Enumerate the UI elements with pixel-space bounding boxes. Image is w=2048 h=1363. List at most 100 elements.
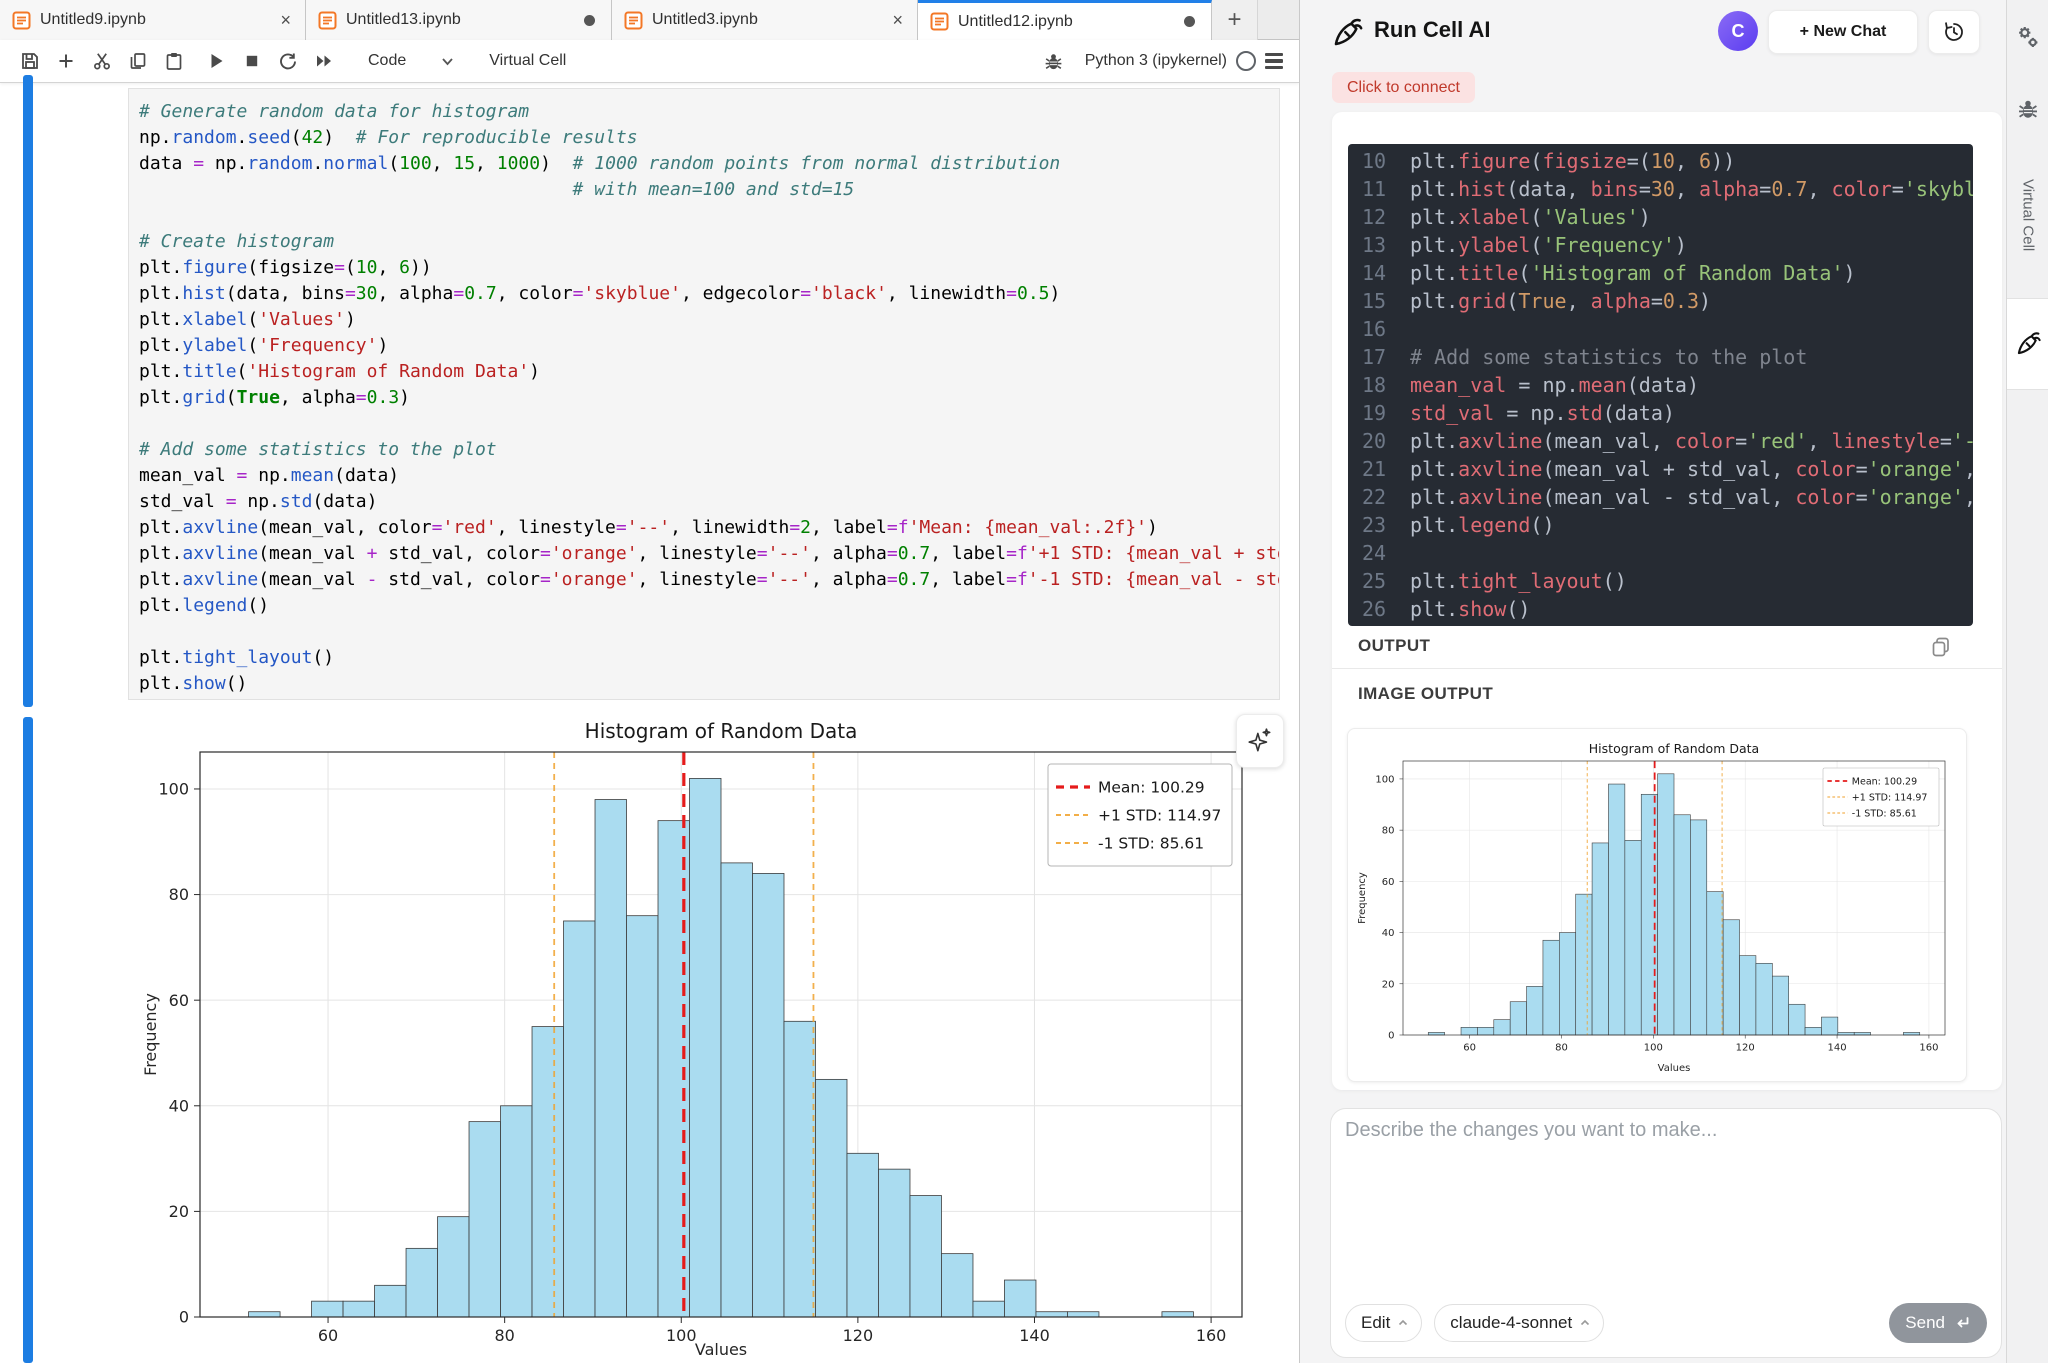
menu-icon[interactable] (1265, 53, 1283, 69)
save-button[interactable] (16, 47, 44, 75)
tab-bar: Untitled9.ipynb × Untitled13.ipynb Untit… (0, 0, 1299, 40)
return-key-icon (1953, 1314, 1971, 1332)
notebook-file-icon (12, 11, 31, 30)
svg-text:120: 120 (1736, 1043, 1755, 1054)
close-icon[interactable]: × (888, 11, 907, 29)
model-selector[interactable]: claude-4-sonnet (1434, 1304, 1604, 1342)
output-section-label: OUTPUT (1358, 636, 1430, 656)
cell-review-card: 10plt.figure(figsize=(10, 6))11plt.hist(… (1332, 112, 2002, 1090)
svg-text:+1 STD: 114.97: +1 STD: 114.97 (1098, 806, 1221, 824)
code-cell-content: # Generate random data for histogramnp.r… (139, 99, 1279, 697)
cell-code-lines: 10plt.figure(figsize=(10, 6))11plt.hist(… (1348, 147, 1973, 623)
output-cell-selection-bar[interactable] (23, 717, 33, 1363)
model-value: claude-4-sonnet (1450, 1313, 1572, 1333)
mode-value: Edit (1361, 1313, 1390, 1333)
svg-text:Values: Values (695, 1340, 747, 1359)
code-cell-editor[interactable]: # Generate random data for histogramnp.r… (128, 88, 1280, 700)
avatar[interactable]: C (1718, 11, 1758, 51)
virtual-cell-side-tab[interactable]: Virtual Cell (2007, 150, 2048, 280)
output-section: OUTPUT (1332, 622, 2002, 668)
notebook-file-icon (930, 12, 949, 31)
cell-type-dropdown[interactable]: Code (368, 52, 455, 70)
connect-status-badge[interactable]: Click to connect (1332, 72, 1475, 103)
history-button[interactable] (1928, 10, 1980, 54)
svg-text:160: 160 (1919, 1043, 1938, 1054)
virtual-cell-toolbar-button[interactable]: Virtual Cell (489, 52, 566, 70)
tab-untitled12-active[interactable]: Untitled12.ipynb (918, 0, 1212, 40)
new-tab-button[interactable]: + (1212, 0, 1258, 40)
bug-icon[interactable] (1040, 47, 1068, 75)
svg-text:40: 40 (169, 1096, 189, 1115)
mode-selector[interactable]: Edit (1345, 1304, 1422, 1342)
svg-text:140: 140 (1019, 1326, 1050, 1345)
copy-icon (1929, 635, 1953, 659)
debugger-tab[interactable] (2007, 92, 2048, 126)
svg-text:160: 160 (1196, 1326, 1227, 1345)
tab-label: Untitled9.ipynb (40, 11, 267, 29)
notebook-file-icon (318, 11, 337, 30)
svg-text:-1 STD: 85.61: -1 STD: 85.61 (1852, 808, 1917, 819)
paste-cell-button[interactable] (160, 47, 188, 75)
chevron-up-icon (1397, 1317, 1409, 1329)
image-output-label: IMAGE OUTPUT (1358, 684, 1493, 704)
svg-text:Histogram of Random Data: Histogram of Random Data (585, 719, 858, 743)
send-label: Send (1905, 1313, 1945, 1333)
svg-text:60: 60 (1463, 1043, 1476, 1054)
svg-text:140: 140 (1828, 1043, 1847, 1054)
unsaved-dot-icon[interactable] (584, 15, 595, 26)
restart-kernel-button[interactable] (274, 47, 302, 75)
svg-text:Histogram of Random Data: Histogram of Random Data (1589, 741, 1759, 756)
svg-text:0: 0 (1388, 1031, 1394, 1042)
svg-text:Mean: 100.29: Mean: 100.29 (1852, 776, 1917, 787)
add-cell-button[interactable] (52, 47, 80, 75)
unsaved-dot-icon[interactable] (1184, 16, 1195, 27)
svg-text:120: 120 (843, 1326, 874, 1345)
chat-input-card: Edit claude-4-sonnet Send (1330, 1108, 2002, 1358)
carrot-logo-icon (1330, 16, 1364, 55)
cut-cell-button[interactable] (88, 47, 116, 75)
svg-text:80: 80 (1555, 1043, 1568, 1054)
svg-text:40: 40 (1382, 928, 1395, 939)
image-output-card: Histogram of Random Data6080100120140160… (1347, 728, 1967, 1082)
code-cell-selection-bar[interactable] (23, 75, 33, 707)
copy-output-button[interactable] (1926, 632, 1956, 662)
svg-text:-1 STD: 85.61: -1 STD: 85.61 (1098, 834, 1204, 852)
svg-text:+1 STD: 114.97: +1 STD: 114.97 (1852, 792, 1928, 803)
property-inspector-tab[interactable] (2007, 20, 2048, 54)
svg-text:60: 60 (1382, 877, 1395, 888)
close-icon[interactable]: × (276, 11, 295, 29)
kernel-name[interactable]: Python 3 (ipykernel) (1085, 52, 1227, 70)
svg-text:80: 80 (169, 885, 189, 904)
gears-icon (2015, 24, 2041, 50)
run-all-button[interactable] (310, 47, 338, 75)
tab-untitled13[interactable]: Untitled13.ipynb (306, 0, 612, 40)
svg-text:Values: Values (1658, 1063, 1691, 1074)
svg-text:60: 60 (318, 1326, 338, 1345)
cell-code-preview: 10plt.figure(figsize=(10, 6))11plt.hist(… (1348, 144, 1973, 626)
bug-icon (2016, 97, 2040, 121)
svg-text:80: 80 (494, 1326, 514, 1345)
notebook-region: Untitled9.ipynb × Untitled13.ipynb Untit… (0, 0, 1300, 1363)
tab-label: Untitled12.ipynb (958, 13, 1169, 31)
app-window: Untitled9.ipynb × Untitled13.ipynb Untit… (0, 0, 2048, 1363)
run-cell-ai-side-tab[interactable] (2007, 298, 2048, 390)
copy-cell-button[interactable] (124, 47, 152, 75)
chat-controls: Edit claude-4-sonnet Send (1345, 1303, 1987, 1343)
cell-ai-sparkle-button[interactable] (1236, 714, 1284, 768)
svg-text:Frequency: Frequency (141, 993, 160, 1076)
tab-untitled3[interactable]: Untitled3.ipynb × (612, 0, 918, 40)
carrot-icon (2014, 330, 2042, 358)
svg-text:Frequency: Frequency (1357, 872, 1368, 924)
svg-text:80: 80 (1382, 826, 1395, 837)
history-icon (1942, 20, 1966, 44)
stop-kernel-button[interactable] (238, 47, 266, 75)
send-button[interactable]: Send (1889, 1303, 1987, 1343)
svg-text:20: 20 (1382, 979, 1395, 990)
run-cell-button[interactable] (202, 47, 230, 75)
svg-text:Mean: 100.29: Mean: 100.29 (1098, 778, 1205, 796)
notebook-file-icon (624, 11, 643, 30)
tab-untitled9[interactable]: Untitled9.ipynb × (0, 0, 306, 40)
kernel-status-indicator[interactable] (1236, 51, 1256, 71)
chat-input[interactable] (1345, 1119, 1985, 1279)
new-chat-button[interactable]: + New Chat (1768, 10, 1918, 54)
